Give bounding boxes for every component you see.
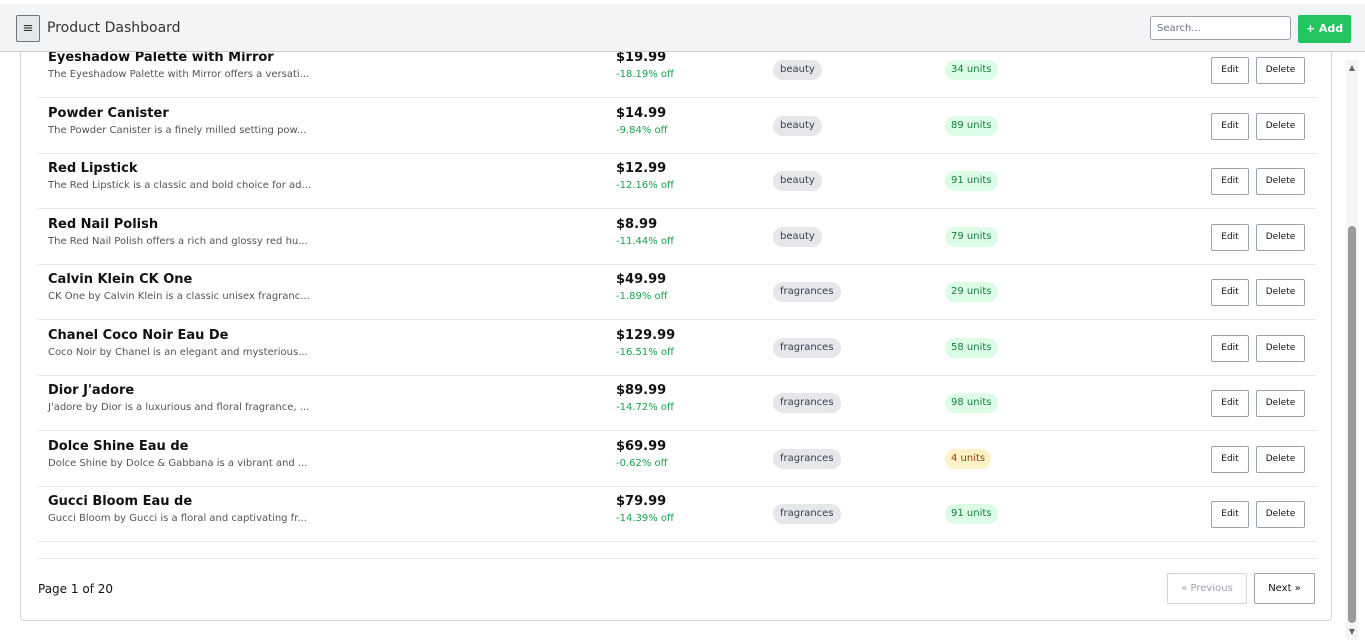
edit-button[interactable]: Edit <box>1211 390 1249 417</box>
product-name: Powder Canister <box>48 106 169 121</box>
product-price: $12.99 <box>616 161 667 176</box>
product-description: J'adore by Dior is a luxurious and flora… <box>48 402 310 413</box>
search-input[interactable] <box>1150 16 1291 40</box>
edit-button[interactable]: Edit <box>1211 113 1249 140</box>
product-price: $8.99 <box>616 217 658 232</box>
product-description: The Eyeshadow Palette with Mirror offers… <box>48 69 310 80</box>
delete-button[interactable]: Delete <box>1256 57 1305 84</box>
table-row: Dolce Shine Eau de Dolce Shine by Dolce &… <box>38 432 1316 487</box>
page-info: Page 1 of 20 <box>38 582 113 596</box>
stock-badge: 91 units <box>945 504 998 524</box>
product-table-panel: Eyeshadow Palette with Mirror The Eyeshad… <box>20 52 1332 621</box>
product-name: Dior J'adore <box>48 383 135 398</box>
product-name: Chanel Coco Noir Eau De <box>48 328 229 343</box>
menu-icon[interactable]: ≡ <box>16 15 40 42</box>
product-discount: -16.51% off <box>616 347 674 358</box>
table-row: Eyeshadow Palette with Mirror The Eyeshad… <box>38 52 1316 98</box>
table-row: Red Lipstick The Red Lipstick is a classi… <box>38 154 1316 209</box>
product-discount: -0.62% off <box>616 458 668 469</box>
category-badge: fragrances <box>773 338 841 358</box>
table-footer-divider <box>38 558 1316 559</box>
product-price: $14.99 <box>616 106 667 121</box>
product-discount: -14.72% off <box>616 402 674 413</box>
delete-button[interactable]: Delete <box>1256 501 1305 528</box>
category-badge: beauty <box>773 116 822 136</box>
stock-badge: 34 units <box>945 60 998 80</box>
table-row: Red Nail Polish The Red Nail Polish offer… <box>38 210 1316 265</box>
category-badge: beauty <box>773 60 822 80</box>
product-price: $89.99 <box>616 383 667 398</box>
product-discount: -9.84% off <box>616 125 668 136</box>
scroll-up-icon[interactable]: ▲ <box>1346 62 1358 74</box>
table-row: Calvin Klein CK One CK One by Calvin Klei… <box>38 265 1316 320</box>
stock-badge: 4 units <box>945 449 992 469</box>
product-description: Dolce Shine by Dolce & Gabbana is a vibr… <box>48 458 308 469</box>
delete-button[interactable]: Delete <box>1256 224 1305 251</box>
product-price: $49.99 <box>616 272 667 287</box>
category-badge: fragrances <box>773 282 841 302</box>
product-price: $19.99 <box>616 52 667 65</box>
category-badge: fragrances <box>773 504 841 524</box>
edit-button[interactable]: Edit <box>1211 168 1249 195</box>
category-badge: fragrances <box>773 449 841 469</box>
stock-badge: 91 units <box>945 171 998 191</box>
table-row: Gucci Bloom Eau de Gucci Bloom by Gucci i… <box>38 487 1316 542</box>
delete-button[interactable]: Delete <box>1256 168 1305 195</box>
product-name: Red Lipstick <box>48 161 138 176</box>
product-description: CK One by Calvin Klein is a classic unis… <box>48 291 310 302</box>
page-scrollbar[interactable]: ▲ ▼ <box>1346 60 1358 640</box>
scrollbar-thumb[interactable] <box>1348 226 1356 623</box>
product-discount: -12.16% off <box>616 180 674 191</box>
category-badge: fragrances <box>773 393 841 413</box>
product-name: Dolce Shine Eau de <box>48 439 189 454</box>
product-discount: -1.89% off <box>616 291 668 302</box>
stock-badge: 98 units <box>945 393 998 413</box>
product-discount: -14.39% off <box>616 513 674 524</box>
product-description: The Powder Canister is a finely milled s… <box>48 125 307 136</box>
product-price: $69.99 <box>616 439 667 454</box>
category-badge: beauty <box>773 171 822 191</box>
category-badge: beauty <box>773 227 822 247</box>
edit-button[interactable]: Edit <box>1211 57 1249 84</box>
delete-button[interactable]: Delete <box>1256 390 1305 417</box>
product-name: Calvin Klein CK One <box>48 272 193 287</box>
stock-badge: 29 units <box>945 282 998 302</box>
table-row: Dior J'adore J'adore by Dior is a luxurio… <box>38 376 1316 431</box>
product-description: The Red Lipstick is a classic and bold c… <box>48 180 312 191</box>
product-name: Red Nail Polish <box>48 217 159 232</box>
edit-button[interactable]: Edit <box>1211 279 1249 306</box>
edit-button[interactable]: Edit <box>1211 501 1249 528</box>
product-discount: -11.44% off <box>616 236 674 247</box>
scroll-down-icon[interactable]: ▼ <box>1346 626 1358 638</box>
top-bar: ≡ Product Dashboard + Add <box>0 4 1365 52</box>
table-row: Chanel Coco Noir Eau De Coco Noir by Chan… <box>38 321 1316 376</box>
product-discount: -18.19% off <box>616 69 674 80</box>
product-name: Gucci Bloom Eau de <box>48 494 193 509</box>
edit-button[interactable]: Edit <box>1211 446 1249 473</box>
delete-button[interactable]: Delete <box>1256 446 1305 473</box>
product-description: Gucci Bloom by Gucci is a floral and cap… <box>48 513 307 524</box>
previous-page-button[interactable]: « Previous <box>1167 573 1247 604</box>
stock-badge: 79 units <box>945 227 998 247</box>
product-price: $79.99 <box>616 494 667 509</box>
product-name: Eyeshadow Palette with Mirror <box>48 52 274 65</box>
page-title: Product Dashboard <box>47 20 181 36</box>
product-price: $129.99 <box>616 328 676 343</box>
add-button[interactable]: + Add <box>1298 15 1351 43</box>
edit-button[interactable]: Edit <box>1211 335 1249 362</box>
product-description: Coco Noir by Chanel is an elegant and my… <box>48 347 308 358</box>
next-page-button[interactable]: Next » <box>1254 573 1315 604</box>
stock-badge: 89 units <box>945 116 998 136</box>
stock-badge: 58 units <box>945 338 998 358</box>
delete-button[interactable]: Delete <box>1256 335 1305 362</box>
delete-button[interactable]: Delete <box>1256 113 1305 140</box>
table-row: Powder Canister The Powder Canister is a … <box>38 99 1316 154</box>
delete-button[interactable]: Delete <box>1256 279 1305 306</box>
edit-button[interactable]: Edit <box>1211 224 1249 251</box>
product-description: The Red Nail Polish offers a rich and gl… <box>48 236 308 247</box>
